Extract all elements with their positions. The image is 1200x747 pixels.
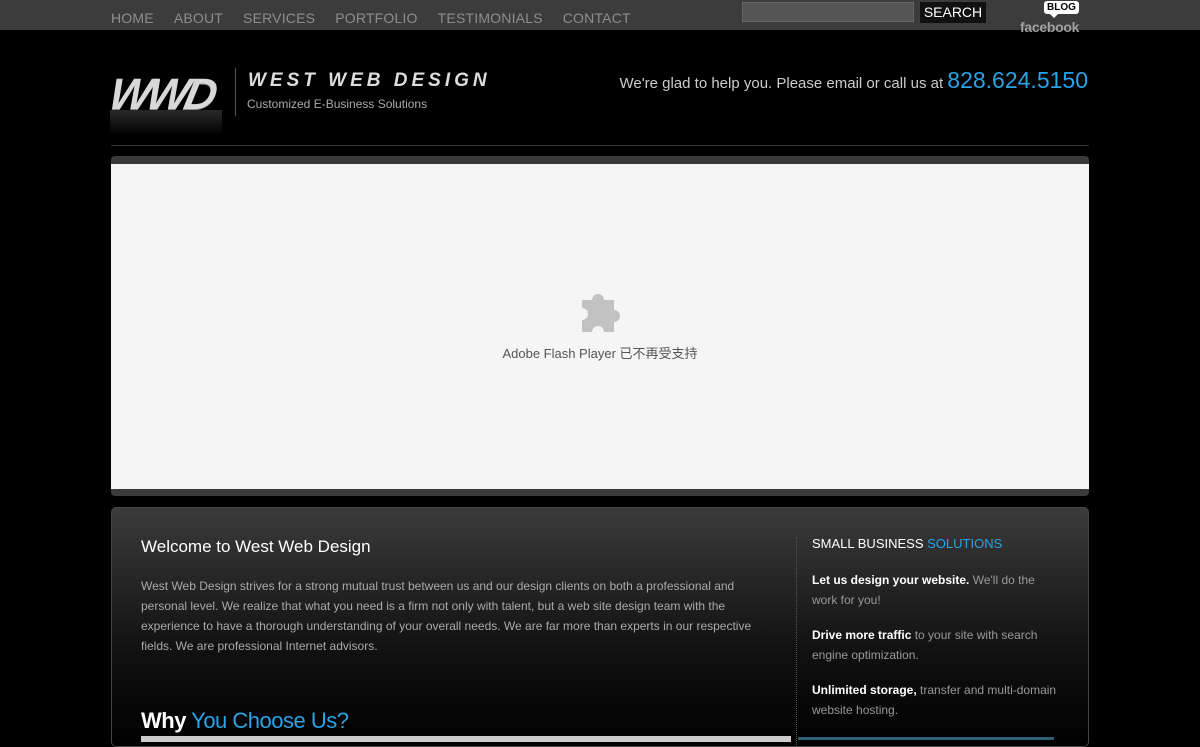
nav-services[interactable]: SERVICES xyxy=(243,10,315,26)
why-heading-part2: You Choose Us? xyxy=(191,708,349,733)
solutions-title-accent: SOLUTIONS xyxy=(927,536,1003,551)
why-heading-part1: Why xyxy=(141,708,186,733)
blog-link[interactable]: BLOG xyxy=(1044,1,1079,18)
brand-tagline: Customized E-Business Solutions xyxy=(247,97,428,111)
contact-line: We're glad to help you. Please email or … xyxy=(620,67,1088,94)
nav-about[interactable]: ABOUT xyxy=(174,10,223,26)
search-input[interactable] xyxy=(742,2,914,22)
contact-text: We're glad to help you. Please email or … xyxy=(619,75,944,92)
column-divider xyxy=(796,537,797,747)
search-button[interactable]: SEARCH xyxy=(920,2,986,23)
solutions-title-main: SMALL BUSINESS xyxy=(812,536,924,551)
solution-item-storage: Unlimited storage, transfer and multi-do… xyxy=(812,680,1062,720)
welcome-body: West Web Design strives for a strong mut… xyxy=(141,579,752,653)
solution-item-bold: Let us design your website. xyxy=(812,573,970,587)
logo-divider xyxy=(235,68,236,116)
welcome-title: Welcome to West Web Design xyxy=(141,537,371,556)
puzzle-plugin-icon xyxy=(582,294,620,332)
header-divider xyxy=(111,145,1089,146)
why-choose-us-heading: Why You Choose Us? xyxy=(141,708,349,734)
solution-item-bold: Drive more traffic xyxy=(812,628,912,642)
phone-number[interactable]: 828.624.5150 xyxy=(947,67,1088,93)
main-nav: HOME ABOUT SERVICES PORTFOLIO TESTIMONIA… xyxy=(111,10,651,26)
brand-name: WEST WEB DESIGN xyxy=(248,70,491,91)
nav-contact[interactable]: CONTACT xyxy=(563,10,631,26)
logo[interactable]: WWD xyxy=(105,70,218,120)
solutions-title: SMALL BUSINESS SOLUTIONS xyxy=(812,536,1002,551)
nav-portfolio[interactable]: PORTFOLIO xyxy=(335,10,417,26)
facebook-link[interactable]: facebook xyxy=(1020,19,1079,35)
nav-testimonials[interactable]: TESTIMONIALS xyxy=(438,10,543,26)
solution-item-traffic: Drive more traffic to your site with sea… xyxy=(812,625,1062,665)
solution-item-bold: Unlimited storage, xyxy=(812,683,917,697)
flash-unsupported-message: Adobe Flash Player 已不再受支持 xyxy=(502,346,698,361)
why-section-bar xyxy=(141,736,791,742)
solution-item-design: Let us design your website. We'll do the… xyxy=(812,570,1062,610)
nav-home[interactable]: HOME xyxy=(111,10,154,26)
